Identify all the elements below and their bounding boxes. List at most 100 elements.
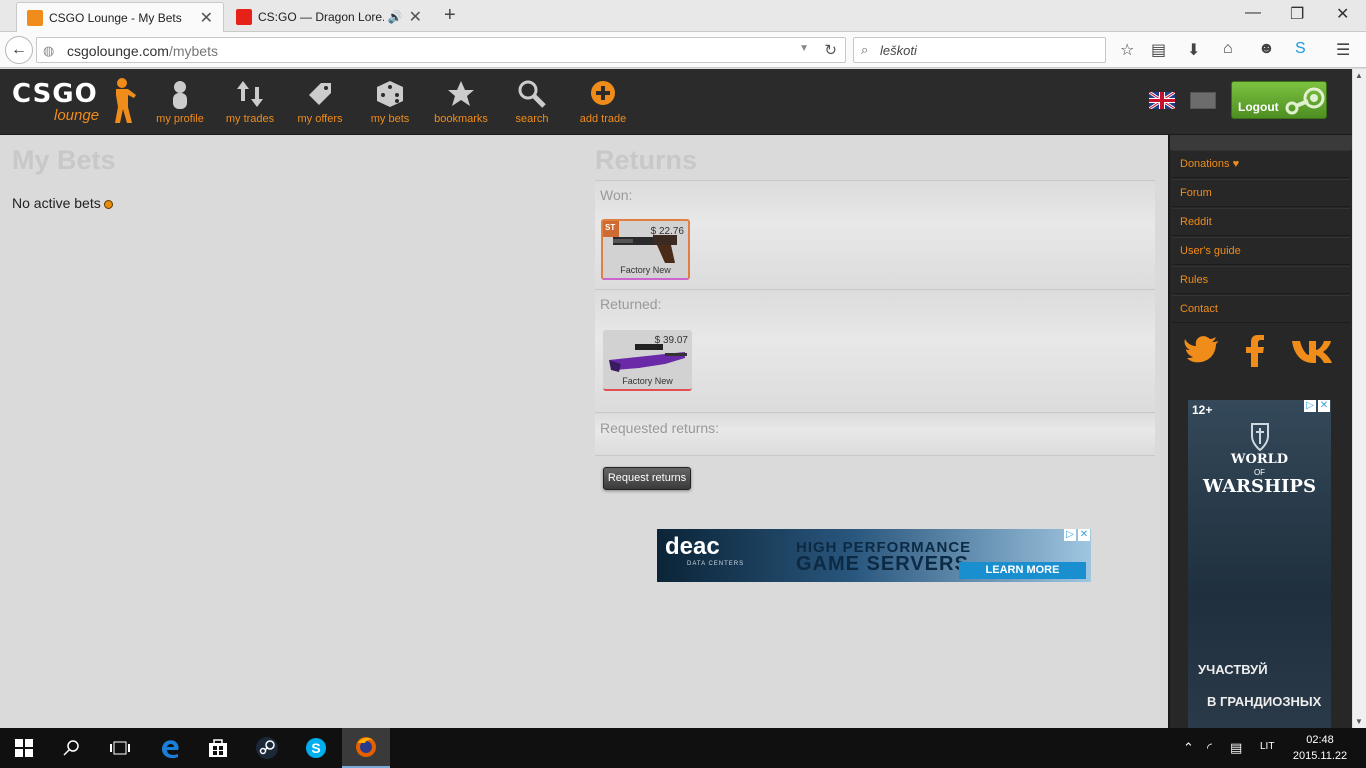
reading-list-icon[interactable]: ▤	[1151, 40, 1166, 60]
task-view-icon	[110, 741, 130, 755]
speaker-icon[interactable]: 🔊	[388, 10, 403, 24]
clock-date: 2015.11.22	[1292, 750, 1348, 762]
globe-icon: ◍	[43, 43, 55, 58]
logo-text: CSGO	[12, 79, 98, 109]
tab-csgo-lounge[interactable]: CSGO Lounge - My Bets ✕	[16, 2, 224, 32]
tab-youtube[interactable]: CS:GO — Dragon Lore... 🔊 ✕	[226, 2, 432, 32]
logo-subtext: lounge	[54, 107, 100, 124]
store-icon	[209, 739, 227, 757]
taskbar-store[interactable]	[194, 728, 242, 768]
ad-close-icon[interactable]: ✕	[1318, 400, 1330, 412]
logout-button[interactable]: Logout	[1231, 81, 1327, 119]
nav-my-offers[interactable]: my offers	[285, 79, 355, 125]
tag-icon	[309, 83, 331, 105]
facebook-icon[interactable]	[1238, 333, 1274, 369]
input-language[interactable]: LIT	[1260, 741, 1274, 752]
new-tab-button[interactable]: +	[444, 4, 456, 27]
sidebar-link-users-guide[interactable]: User's guide	[1172, 237, 1350, 265]
trade-arrows-icon	[237, 81, 263, 107]
taskbar-skype[interactable]: S	[292, 728, 340, 768]
reload-icon[interactable]: ↻	[824, 41, 837, 59]
ad-close-icon[interactable]: ✕	[1078, 529, 1090, 541]
nav-my-bets[interactable]: my bets	[355, 79, 425, 125]
returned-label: Returned:	[600, 296, 662, 312]
downloads-icon[interactable]: ⬇	[1187, 40, 1200, 60]
returned-item-card[interactable]: $ 39.07 Factory New	[603, 330, 692, 391]
wifi-icon[interactable]: ◜	[1207, 740, 1212, 756]
close-tab-icon[interactable]: ✕	[200, 8, 213, 28]
taskbar-firefox[interactable]	[342, 728, 390, 768]
request-returns-button[interactable]: Request returns	[603, 467, 691, 490]
dropdown-icon[interactable]: ▼	[799, 43, 809, 54]
system-clock[interactable]: 02:48 2015.11.22	[1290, 732, 1350, 764]
item-price: $ 39.07	[654, 335, 688, 346]
dice-icon	[377, 81, 403, 107]
sidebar-link-donations[interactable]: Donations ♥	[1172, 150, 1350, 178]
nav-bookmarks[interactable]: bookmarks	[426, 79, 496, 125]
taskbar-steam[interactable]	[243, 728, 291, 768]
sidebar-link-forum[interactable]: Forum	[1172, 179, 1350, 207]
requested-returns-section: Requested returns:	[595, 412, 1155, 456]
scroll-down-icon[interactable]: ▼	[1355, 717, 1363, 726]
menu-icon[interactable]: ☰	[1336, 40, 1350, 60]
sidebar-top-strip	[1170, 135, 1352, 150]
requested-returns-label: Requested returns:	[600, 420, 720, 436]
nav-add-trade[interactable]: add trade	[568, 79, 638, 125]
csgolounge-favicon-icon	[27, 9, 43, 26]
nav-my-profile[interactable]: my profile	[145, 79, 215, 125]
bookmark-star-icon[interactable]: ☆	[1120, 40, 1134, 60]
nav-my-trades[interactable]: my trades	[215, 79, 285, 125]
close-tab-icon[interactable]: ✕	[409, 7, 422, 27]
search-bar[interactable]: ⌕ leškoti	[853, 37, 1106, 63]
restore-button[interactable]: ❐	[1290, 4, 1304, 24]
page-title: My Bets	[12, 145, 116, 175]
deac-ad-banner[interactable]: deac DATA CENTERS HIGH PERFORMANCE GAME …	[657, 529, 1091, 582]
hello-icon[interactable]: ☻	[1258, 40, 1275, 58]
home-icon[interactable]: ⌂	[1223, 40, 1233, 58]
vk-icon[interactable]	[1290, 333, 1334, 369]
csgolounge-logo[interactable]: CSGO lounge	[12, 77, 140, 127]
notifications-icon[interactable]: ▤	[1230, 740, 1242, 756]
tab-title: CSGO Lounge - My Bets	[49, 10, 182, 25]
task-view-button[interactable]	[96, 728, 144, 768]
item-price: $ 22.76	[650, 226, 684, 237]
uk-flag-icon[interactable]	[1149, 92, 1175, 109]
twitter-icon[interactable]	[1184, 333, 1220, 369]
taskbar-edge[interactable]	[146, 728, 194, 768]
skype-icon: S	[306, 738, 326, 758]
world-of-warships-ad[interactable]: 12+ WORLD OF WARSHIPS УЧАСТВУЙ В ГРАНДИО…	[1188, 400, 1331, 728]
firefox-icon	[356, 737, 376, 757]
steam-icon	[256, 737, 278, 759]
info-icon[interactable]	[103, 199, 113, 209]
person-icon	[173, 81, 187, 109]
start-button[interactable]	[0, 728, 48, 768]
adchoices-icon[interactable]: ▷	[1304, 400, 1316, 412]
page-scrollbar[interactable]: ▲ ▼	[1352, 69, 1366, 728]
tray-chevron-icon[interactable]: ⌃	[1183, 740, 1194, 756]
sidebar-link-rules[interactable]: Rules	[1172, 266, 1350, 294]
close-window-button[interactable]: ✕	[1336, 4, 1349, 24]
soldier-icon	[115, 78, 136, 123]
main-content: My Bets No active bets Returns Won: ST $…	[0, 135, 1168, 728]
address-url[interactable]: csgolounge.com/mybets	[67, 43, 218, 59]
minimize-button[interactable]: —	[1245, 4, 1261, 22]
windows-taskbar: S ⌃ ◜ ▤ LIT 02:48 2015.11.22	[0, 728, 1366, 768]
ad-learn-more-button[interactable]: LEARN MORE	[959, 562, 1086, 579]
sidebar-link-reddit[interactable]: Reddit	[1172, 208, 1350, 236]
taskbar-search-button[interactable]	[48, 728, 96, 768]
nav-search[interactable]: search	[497, 79, 567, 125]
adchoices-icon[interactable]: ▷	[1064, 529, 1076, 541]
browser-tab-bar: CSGO Lounge - My Bets ✕ CS:GO — Dragon L…	[0, 0, 1366, 32]
won-section: Won: ST $ 22.76 Factory New	[595, 180, 1155, 289]
skype-icon[interactable]: S	[1295, 40, 1306, 58]
sidebar-link-contact[interactable]: Contact	[1172, 295, 1350, 323]
address-bar[interactable]: ◍ csgolounge.com/mybets ▼ ↻	[36, 37, 846, 63]
back-button[interactable]: ←	[5, 36, 33, 64]
won-item-card[interactable]: ST $ 22.76 Factory New	[601, 219, 690, 280]
won-label: Won:	[600, 187, 633, 203]
scroll-up-icon[interactable]: ▲	[1355, 71, 1363, 80]
ad-text-1: УЧАСТВУЙ	[1198, 662, 1268, 677]
item-condition: Factory New	[620, 265, 671, 275]
envelope-icon[interactable]	[1190, 92, 1216, 109]
search-input[interactable]: leškoti	[880, 43, 917, 58]
